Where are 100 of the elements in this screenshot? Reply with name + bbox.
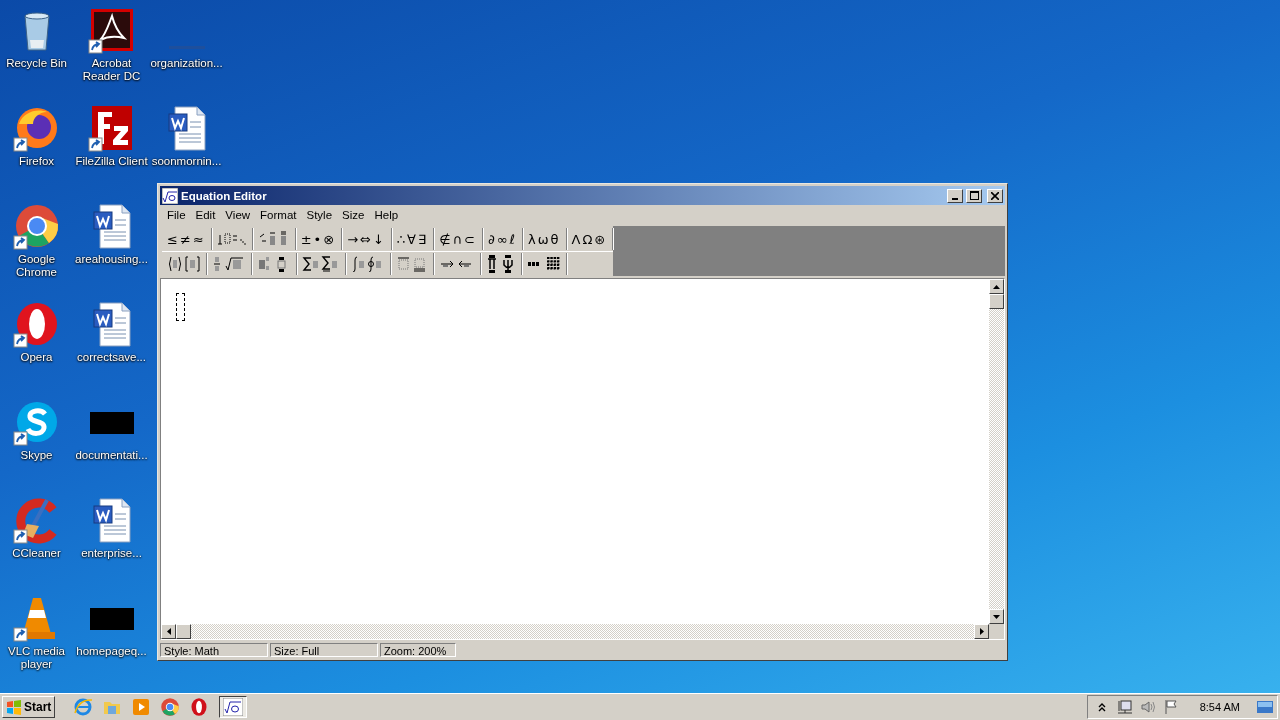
left-arrow-icon — [166, 628, 171, 635]
menu-item[interactable]: Edit — [190, 208, 221, 221]
menu-item[interactable]: File — [162, 208, 191, 221]
icon-label: Opera — [20, 351, 53, 364]
icon-label: Skype — [20, 449, 53, 462]
minimize-icon — [952, 197, 958, 200]
icon-label: Firefox — [18, 155, 55, 168]
word-document-icon — [93, 302, 130, 347]
word-document-icon — [93, 498, 130, 543]
speaker-icon[interactable] — [1139, 699, 1156, 715]
menu-item[interactable]: Size — [337, 208, 370, 221]
icon-label: documentati... — [75, 449, 148, 462]
app-icon — [162, 187, 178, 204]
icon-label: CCleaner — [12, 547, 61, 560]
spacing-template-icon — [216, 231, 247, 247]
network-icon[interactable] — [1116, 699, 1133, 715]
icon-label: areahousing... — [75, 253, 148, 266]
desktop-shortcut[interactable]: organization... — [149, 0, 224, 70]
desktop-shortcut[interactable]: correctsave... — [74, 294, 149, 364]
icon-label: homepageq... — [76, 645, 147, 658]
icon-label: Acrobat Reader DC — [81, 57, 142, 83]
symbol-palette-button[interactable]: ±•⊗ — [295, 228, 343, 250]
bar-template-icon — [396, 256, 428, 272]
desktop-shortcut[interactable]: Skype — [0, 392, 74, 462]
minimize-button[interactable] — [947, 188, 963, 203]
close-icon — [991, 191, 999, 200]
scroll-thumb[interactable] — [176, 624, 191, 639]
desktop-shortcut[interactable]: Google Chrome — [0, 196, 74, 279]
maximize-button[interactable] — [966, 188, 982, 203]
icon-label: FileZilla Client — [75, 155, 148, 168]
icon-label: VLC media player — [7, 645, 66, 671]
desktop-shortcut[interactable]: documentati... — [74, 392, 149, 462]
chrome-icon[interactable] — [160, 697, 181, 717]
desktop-shortcut[interactable]: Opera — [0, 294, 74, 364]
menu-item[interactable]: Help — [369, 208, 404, 221]
desktop-shortcut[interactable]: soonmornin... — [149, 98, 224, 168]
fence-template-icon — [167, 256, 201, 272]
desktop-shortcut[interactable]: homepageq... — [74, 588, 149, 658]
symbol-palette-button[interactable]: ΛΩ⊛ — [566, 228, 614, 250]
app-icon — [223, 698, 244, 716]
symbol-palette-button[interactable]: ≤≠≈ — [162, 228, 212, 250]
right-arrow-icon — [979, 628, 984, 635]
icon-label: soonmornin... — [151, 155, 222, 168]
matrix-template-icon — [527, 256, 561, 272]
menu-item[interactable]: Style — [301, 208, 338, 221]
filezilla-icon — [91, 106, 132, 150]
close-button[interactable] — [987, 188, 1003, 203]
windows-logo-icon — [6, 699, 22, 715]
status-field: Style: Math — [160, 643, 268, 657]
desktop-shortcut[interactable]: CCleaner — [0, 490, 74, 560]
menu-item[interactable]: View — [220, 208, 256, 221]
desktop-shortcut[interactable]: Acrobat Reader DC — [74, 0, 149, 83]
symbol-palette-button[interactable]: ∉∩⊂ — [434, 228, 483, 250]
window-title: Equation Editor — [181, 189, 268, 202]
status-field: Size: Full — [270, 643, 378, 657]
word-document-icon — [93, 204, 130, 249]
file-thumbnail-icon — [89, 608, 134, 630]
flag-icon[interactable] — [1162, 699, 1179, 715]
desktop-shortcut[interactable]: Firefox — [0, 98, 74, 168]
desktop-shortcut[interactable]: enterprise... — [74, 490, 149, 560]
icon-label: Recycle Bin — [6, 57, 67, 70]
symbol-palette-button[interactable]: λωθ — [522, 228, 567, 250]
fraction-radical-template-icon — [212, 256, 246, 272]
scroll-down-button[interactable] — [989, 609, 1004, 624]
desktop-shortcut[interactable]: Recycle Bin — [0, 0, 74, 70]
menu-item[interactable]: Format — [255, 208, 302, 221]
icon-label: enterprise... — [81, 547, 142, 560]
symbol-palette-button[interactable]: ∴∀∃ — [391, 228, 435, 250]
down-arrow-icon — [993, 614, 1000, 619]
desktop-shortcut[interactable]: areahousing... — [74, 196, 149, 266]
up-arrow-icon — [993, 284, 1000, 289]
opera-icon — [16, 303, 57, 345]
empty-slot — [176, 293, 185, 321]
start-button[interactable]: Start — [2, 696, 56, 718]
pdf-document-icon — [90, 9, 133, 51]
icon-label: Google Chrome — [15, 253, 58, 279]
symbol-palette-button[interactable]: ∂∞ℓ — [482, 228, 523, 250]
skype-icon — [16, 402, 57, 442]
scroll-thumb[interactable] — [989, 294, 1004, 309]
product-template-icon — [486, 255, 516, 273]
clock[interactable]: 8:54 AM — [1199, 701, 1240, 713]
scroll-left-button[interactable] — [161, 624, 176, 639]
symbol-palette-button[interactable]: →⇔↓ — [342, 228, 392, 250]
equation-editor-task-button[interactable] — [219, 696, 248, 718]
summation-template-icon — [302, 256, 340, 272]
chrome-icon — [15, 205, 58, 247]
scroll-right-button[interactable] — [974, 624, 989, 639]
ccleaner-icon — [15, 498, 56, 544]
desktop-shortcut[interactable]: VLC media player — [0, 588, 74, 671]
recycle-bin-icon — [24, 12, 49, 51]
maximize-icon — [969, 191, 979, 200]
show-desktop-icon[interactable] — [1257, 699, 1273, 715]
icon-label: correctsave... — [77, 351, 146, 364]
file-thumbnail-icon — [89, 412, 134, 434]
scroll-up-button[interactable] — [989, 279, 1004, 294]
desktop-shortcut[interactable]: FileZilla Client — [74, 98, 149, 168]
firefox-icon — [16, 108, 57, 148]
word-document-icon — [168, 106, 205, 151]
status-field: Zoom: 200% — [380, 643, 456, 657]
icon-label: organization... — [150, 57, 223, 70]
